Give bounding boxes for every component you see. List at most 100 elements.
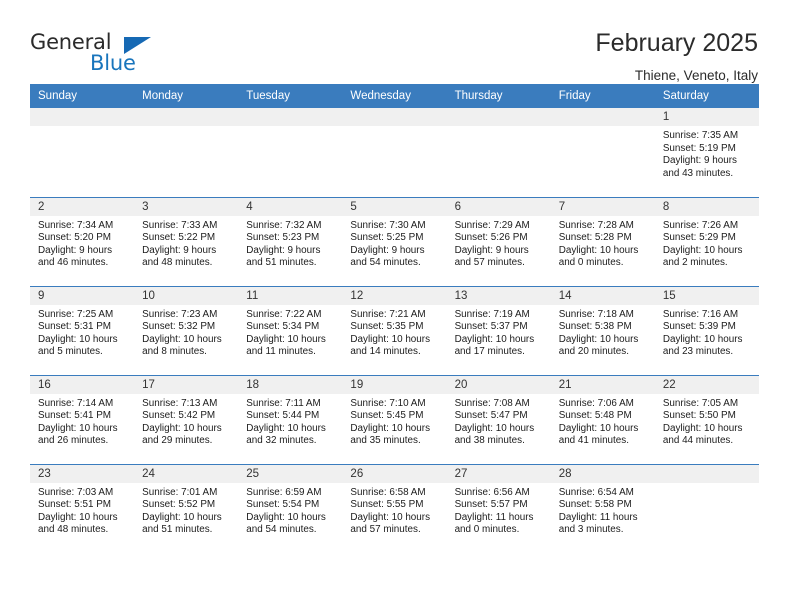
sunset-text: Sunset: 5:29 PM <box>662 232 736 244</box>
calendar-day-cell[interactable]: 23 Sunrise: 7:03 AM Sunset: 5:51 PM Dayligh… <box>30 463 135 553</box>
day-details: Sunrise: 7:05 AM Sunset: 5:50 PM Daylight:… <box>655 394 759 448</box>
calendar-header-row: Sunday Monday Tuesday Wednesday Thursday Frid… <box>30 84 759 108</box>
day-number <box>342 108 447 126</box>
daylight-text: Daylight: 9 hours and 48 minutes. <box>142 244 217 269</box>
calendar-day-cell[interactable]: 28 Sunrise: 6:54 AM Sunset: 5:58 PM Dayligh… <box>550 463 655 553</box>
calendar-day-cell[interactable]: 26 Sunrise: 6:58 AM Sunset: 5:55 PM Dayligh… <box>342 463 447 553</box>
calendar-day-cell[interactable]: 27 Sunrise: 6:56 AM Sunset: 5:57 PM Dayligh… <box>446 463 551 553</box>
calendar-week-row: 23 Sunrise: 7:03 AM Sunset: 5:51 PM Dayligh… <box>30 463 759 553</box>
sunset-text: Sunset: 5:35 PM <box>350 321 424 333</box>
calendar-day-cell[interactable]: 3 Sunrise: 7:33 AM Sunset: 5:22 PM Daylight… <box>134 196 239 286</box>
sunrise-text: Sunrise: 6:58 AM <box>350 486 426 498</box>
daylight-text: Daylight: 10 hours and 20 minutes. <box>558 333 639 358</box>
daylight-text: Daylight: 10 hours and 5 minutes. <box>38 333 118 358</box>
day-details: Sunrise: 7:29 AM Sunset: 5:26 PM Daylight:… <box>447 216 551 270</box>
calendar-day-cell[interactable]: 6 Sunrise: 7:29 AM Sunset: 5:26 PM Daylight… <box>446 196 551 286</box>
calendar-day-cell[interactable]: 12 Sunrise: 7:21 AM Sunset: 5:35 PM Dayligh… <box>342 285 447 375</box>
sunset-text: Sunset: 5:54 PM <box>246 499 320 511</box>
daylight-text: Daylight: 10 hours and 2 minutes. <box>662 244 743 269</box>
daylight-text: Daylight: 10 hours and 38 minutes. <box>454 422 535 447</box>
calendar-day-cell[interactable]: 2 Sunrise: 7:34 AM Sunset: 5:20 PM Daylight… <box>30 196 135 286</box>
calendar-day-cell[interactable]: 9 Sunrise: 7:25 AM Sunset: 5:31 PM Daylight… <box>30 285 135 375</box>
calendar-day-cell[interactable]: 4 Sunrise: 7:32 AM Sunset: 5:23 PM Daylight… <box>238 196 343 286</box>
sunrise-text: Sunrise: 7:11 AM <box>246 397 321 409</box>
sunset-text: Sunset: 5:23 PM <box>246 232 320 244</box>
day-number: 23 <box>30 464 135 483</box>
day-number: 3 <box>134 197 239 216</box>
sunrise-text: Sunrise: 7:33 AM <box>142 219 218 231</box>
sunset-text: Sunset: 5:48 PM <box>558 410 632 422</box>
sunset-text: Sunset: 5:19 PM <box>662 142 736 154</box>
calendar-day-cell[interactable]: 14 Sunrise: 7:18 AM Sunset: 5:38 PM Dayligh… <box>550 285 655 375</box>
calendar-day-cell-empty <box>654 463 759 553</box>
day-number <box>238 108 343 126</box>
sunrise-text: Sunrise: 6:54 AM <box>558 486 634 498</box>
sunset-text: Sunset: 5:37 PM <box>454 321 528 333</box>
daylight-text: Daylight: 10 hours and 48 minutes. <box>38 511 118 536</box>
calendar-table: Sunday Monday Tuesday Wednesday Thursday Frid… <box>30 84 759 553</box>
daylight-text: Daylight: 10 hours and 32 minutes. <box>246 422 326 447</box>
day-number: 15 <box>654 286 759 305</box>
calendar-day-cell[interactable]: 7 Sunrise: 7:28 AM Sunset: 5:28 PM Daylight… <box>550 196 655 286</box>
day-details: Sunrise: 6:56 AM Sunset: 5:57 PM Daylight:… <box>447 483 551 537</box>
sunrise-text: Sunrise: 7:08 AM <box>454 397 530 409</box>
weekday-header-monday: Monday <box>134 84 239 108</box>
sunrise-text: Sunrise: 6:56 AM <box>454 486 530 498</box>
daylight-text: Daylight: 11 hours and 0 minutes. <box>454 511 534 536</box>
weekday-header-tuesday: Tuesday <box>238 84 343 108</box>
day-details: Sunrise: 7:28 AM Sunset: 5:28 PM Daylight:… <box>551 216 655 270</box>
sunrise-text: Sunrise: 7:21 AM <box>350 308 426 320</box>
day-number: 8 <box>654 197 759 216</box>
day-number: 24 <box>134 464 239 483</box>
sunrise-text: Sunrise: 7:19 AM <box>454 308 530 320</box>
sunset-text: Sunset: 5:39 PM <box>662 321 736 333</box>
day-details: Sunrise: 6:58 AM Sunset: 5:55 PM Daylight:… <box>342 483 446 537</box>
calendar-day-cell[interactable]: 25 Sunrise: 6:59 AM Sunset: 5:54 PM Dayligh… <box>238 463 343 553</box>
daylight-text: Daylight: 10 hours and 51 minutes. <box>142 511 222 536</box>
calendar-day-cell[interactable]: 22 Sunrise: 7:05 AM Sunset: 5:50 PM Dayligh… <box>654 374 759 464</box>
calendar-day-cell[interactable]: 24 Sunrise: 7:01 AM Sunset: 5:52 PM Dayligh… <box>134 463 239 553</box>
calendar-day-cell-empty <box>342 108 447 197</box>
calendar-day-cell[interactable]: 18 Sunrise: 7:11 AM Sunset: 5:44 PM Dayligh… <box>238 374 343 464</box>
day-number: 28 <box>550 464 655 483</box>
day-number: 7 <box>550 197 655 216</box>
sunrise-text: Sunrise: 7:35 AM <box>662 130 739 141</box>
calendar-day-cell[interactable]: 21 Sunrise: 7:06 AM Sunset: 5:48 PM Dayligh… <box>550 374 655 464</box>
calendar-day-cell[interactable]: 11 Sunrise: 7:22 AM Sunset: 5:34 PM Dayligh… <box>238 285 343 375</box>
sunrise-text: Sunrise: 7:26 AM <box>662 219 739 231</box>
daylight-text: Daylight: 9 hours and 43 minutes. <box>662 155 737 179</box>
day-number <box>550 108 655 126</box>
day-number: 14 <box>550 286 655 305</box>
calendar-day-cell[interactable]: 17 Sunrise: 7:13 AM Sunset: 5:42 PM Dayligh… <box>134 374 239 464</box>
day-number: 9 <box>30 286 135 305</box>
sunrise-text: Sunrise: 7:30 AM <box>350 219 426 231</box>
day-number <box>446 108 551 126</box>
daylight-text: Daylight: 10 hours and 26 minutes. <box>38 422 118 447</box>
sunset-text: Sunset: 5:31 PM <box>38 321 112 333</box>
daylight-text: Daylight: 10 hours and 8 minutes. <box>142 333 222 358</box>
daylight-text: Daylight: 10 hours and 23 minutes. <box>662 333 743 358</box>
calendar-day-cell[interactable]: 5 Sunrise: 7:30 AM Sunset: 5:25 PM Daylight… <box>342 196 447 286</box>
sunset-text: Sunset: 5:22 PM <box>142 232 216 244</box>
calendar-day-cell[interactable]: 8 Sunrise: 7:26 AM Sunset: 5:29 PM Daylight… <box>654 196 759 286</box>
calendar-day-cell[interactable]: 19 Sunrise: 7:10 AM Sunset: 5:45 PM Dayligh… <box>342 374 447 464</box>
sunrise-text: Sunrise: 7:18 AM <box>558 308 634 320</box>
calendar-day-cell[interactable]: 16 Sunrise: 7:14 AM Sunset: 5:41 PM Dayligh… <box>30 374 135 464</box>
sunset-text: Sunset: 5:20 PM <box>38 232 112 244</box>
sunrise-text: Sunrise: 7:29 AM <box>454 219 530 231</box>
calendar-day-cell[interactable]: 1 Sunrise: 7:35 AM Sunset: 5:19 PM Daylight… <box>654 108 759 197</box>
logo-primary-text: General <box>30 30 112 54</box>
day-details: Sunrise: 7:01 AM Sunset: 5:52 PM Daylight:… <box>134 483 238 537</box>
day-details: Sunrise: 7:18 AM Sunset: 5:38 PM Daylight:… <box>551 305 655 359</box>
sunset-text: Sunset: 5:44 PM <box>246 410 320 422</box>
calendar-week-row: 1 Sunrise: 7:35 AM Sunset: 5:19 PM Daylight… <box>30 108 759 197</box>
sunset-text: Sunset: 5:45 PM <box>350 410 424 422</box>
calendar-day-cell[interactable]: 10 Sunrise: 7:23 AM Sunset: 5:32 PM Dayligh… <box>134 285 239 375</box>
sunrise-text: Sunrise: 7:01 AM <box>142 486 218 498</box>
calendar-body: 1 Sunrise: 7:35 AM Sunset: 5:19 PM Daylight… <box>30 108 759 553</box>
sunset-text: Sunset: 5:50 PM <box>662 410 736 422</box>
sunrise-text: Sunrise: 7:14 AM <box>38 397 114 409</box>
calendar-day-cell[interactable]: 15 Sunrise: 7:16 AM Sunset: 5:39 PM Dayligh… <box>654 285 759 375</box>
calendar-day-cell[interactable]: 13 Sunrise: 7:19 AM Sunset: 5:37 PM Dayligh… <box>446 285 551 375</box>
calendar-day-cell[interactable]: 20 Sunrise: 7:08 AM Sunset: 5:47 PM Dayligh… <box>446 374 551 464</box>
